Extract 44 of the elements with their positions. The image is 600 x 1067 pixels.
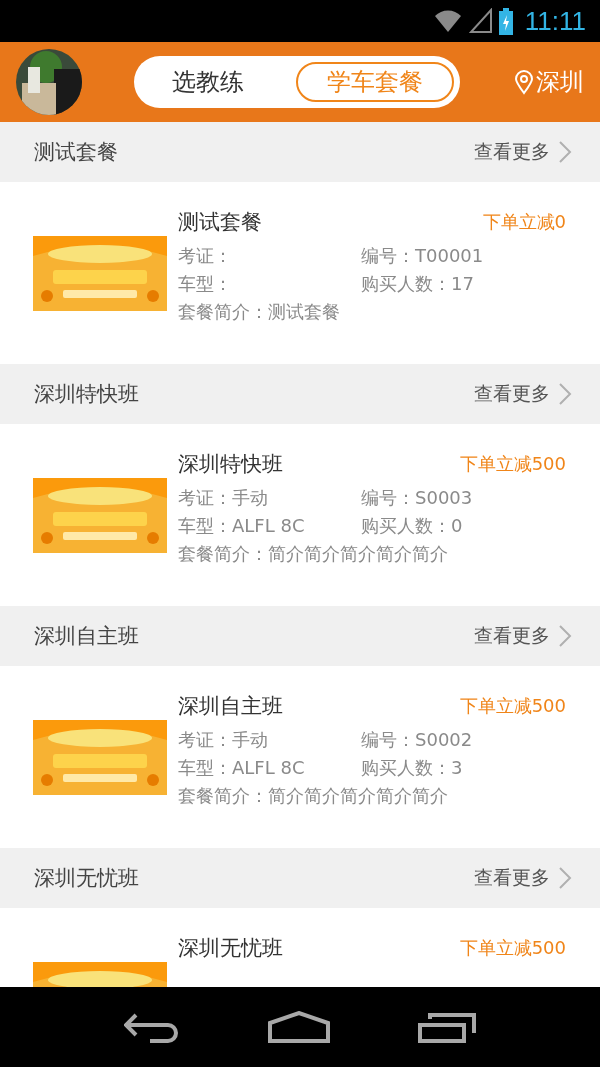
- section-title: 测试套餐: [34, 139, 118, 166]
- detail-text: 车型：: [178, 272, 233, 296]
- discount-label: 下单立减500: [459, 936, 566, 960]
- detail-text: 考证：: [178, 244, 233, 268]
- detail-text: 车型：ALFL 8C: [178, 514, 306, 538]
- section-title: 深圳自主班: [34, 623, 139, 650]
- package-name: 深圳自主班: [178, 693, 283, 720]
- recent-apps-icon[interactable]: [418, 1011, 476, 1043]
- detail-text: 购买人数：17: [361, 272, 475, 296]
- tab[interactable]: 选教练: [160, 62, 256, 102]
- home-icon[interactable]: [268, 1011, 330, 1043]
- package-name: 测试套餐: [178, 209, 262, 236]
- chevron-right-icon: [558, 624, 572, 648]
- location-pin-icon: [514, 69, 534, 95]
- back-icon[interactable]: [124, 1011, 180, 1043]
- view-more-link[interactable]: 查看更多: [474, 623, 572, 649]
- detail-text: 编号：S0003: [361, 486, 474, 510]
- discount-label: 下单立减500: [459, 694, 566, 718]
- signal-icon: [468, 8, 493, 34]
- detail-text: 车型：ALFL 8C: [178, 756, 306, 780]
- intro-text: 套餐简介：简介简介简介简介简介: [178, 784, 449, 808]
- wifi-icon: [432, 8, 463, 34]
- intro-text: 套餐简介：简介简介简介简介简介: [178, 542, 449, 566]
- view-more-link[interactable]: 查看更多: [474, 381, 572, 407]
- battery-icon: [498, 7, 513, 35]
- discount-label: 下单立减500: [459, 452, 566, 476]
- detail-text: 购买人数：0: [361, 514, 464, 538]
- chevron-right-icon: [558, 866, 572, 890]
- detail-text: 编号：S0002: [361, 728, 474, 752]
- chevron-right-icon: [558, 382, 572, 406]
- package-name: 深圳特快班: [178, 451, 283, 478]
- view-more-link[interactable]: 查看更多: [474, 865, 572, 891]
- detail-text: 考证：手动: [178, 728, 269, 752]
- view-more-link[interactable]: 查看更多: [474, 139, 572, 165]
- section-title: 深圳特快班: [34, 381, 139, 408]
- detail-text: 购买人数：3: [361, 756, 464, 780]
- detail-text: 考证：手动: [178, 486, 269, 510]
- detail-text: 编号：T00001: [361, 244, 485, 268]
- package-name: 深圳无忧班: [178, 935, 283, 962]
- clock: 11:11: [524, 5, 586, 37]
- discount-label: 下单立减0: [482, 210, 566, 234]
- intro-text: 套餐简介：测试套餐: [178, 300, 341, 324]
- section-title: 深圳无忧班: [34, 865, 139, 892]
- chevron-right-icon: [558, 140, 572, 164]
